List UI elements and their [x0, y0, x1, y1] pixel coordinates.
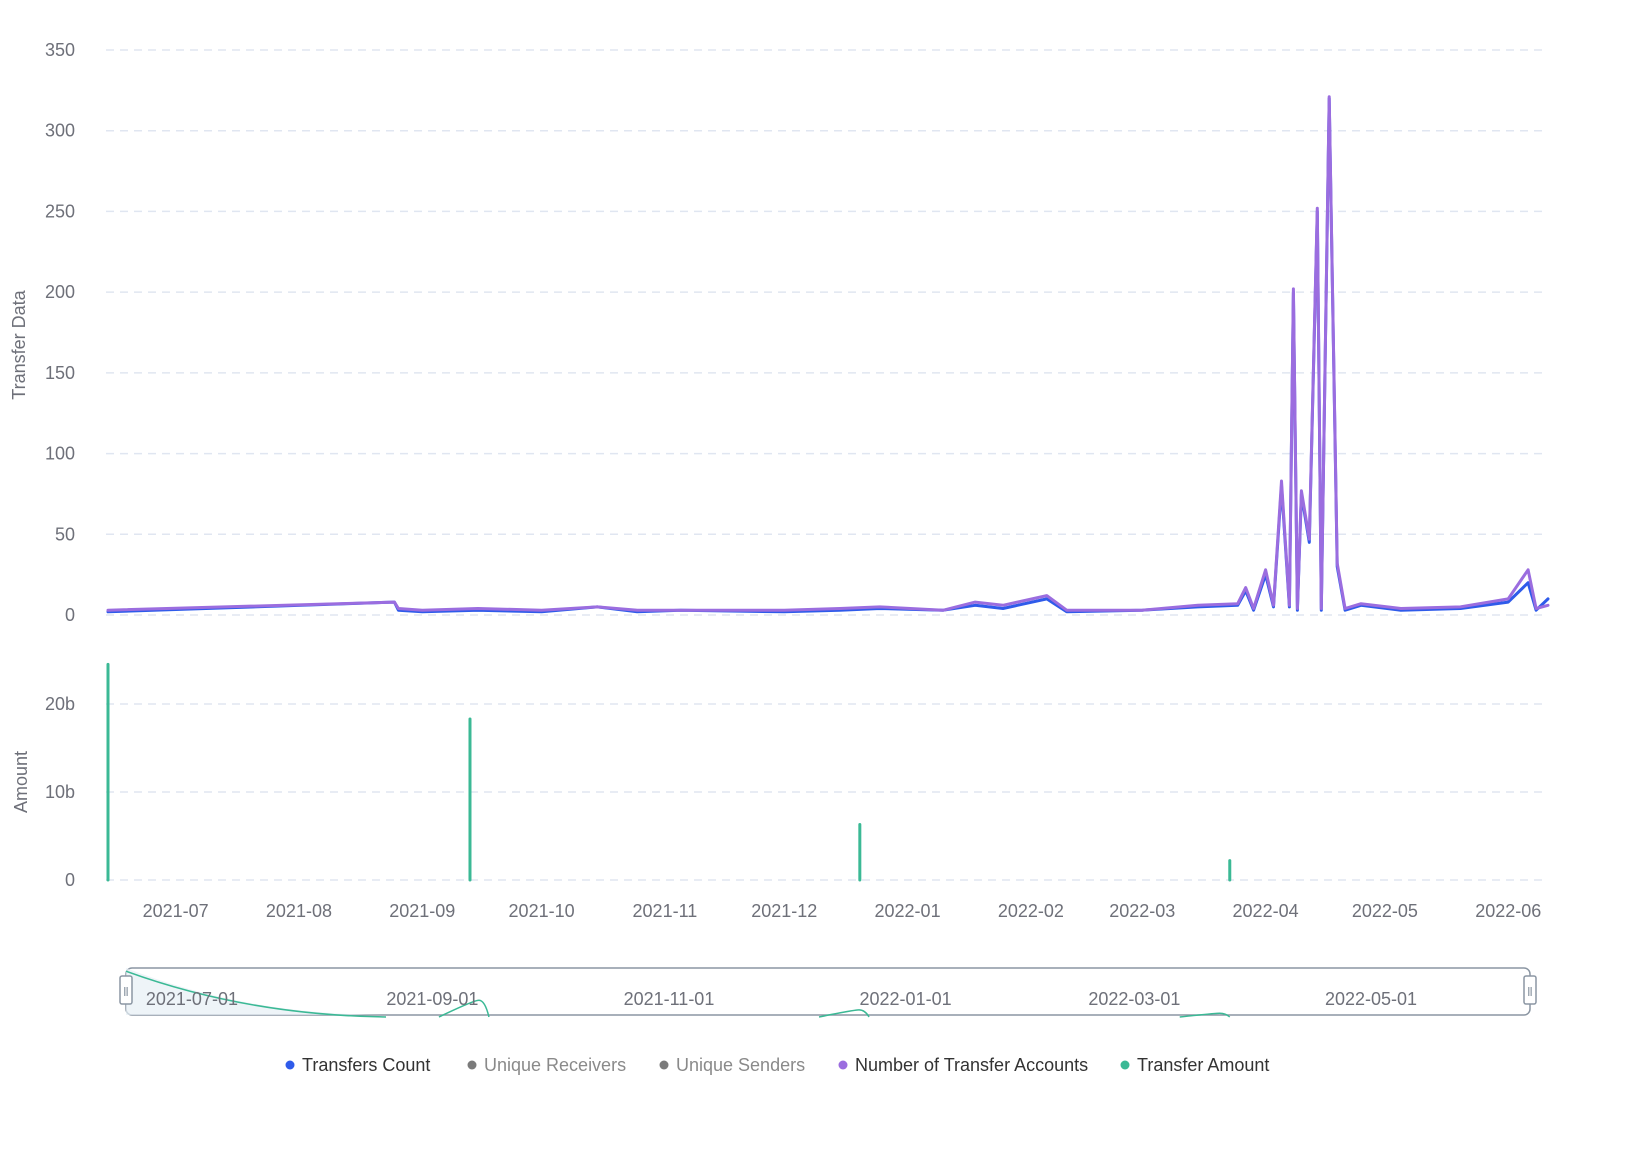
x-tick-label: 2022-03: [1109, 901, 1175, 921]
x-tick-label: 2021-12: [751, 901, 817, 921]
y-tick-label: 300: [45, 121, 75, 141]
x-tick-label: 2021-09: [389, 901, 455, 921]
zoom-slider-label: 2022-05-01: [1325, 989, 1417, 1009]
legend-item-transfers-count[interactable]: Transfers Count: [285, 1055, 431, 1075]
legend-item-transfer-amount[interactable]: Transfer Amount: [1120, 1055, 1270, 1075]
zoom-slider[interactable]: 2021-07-01 2021-09-01 2021-11-01 2022-01-01…: [119, 967, 1537, 1018]
legend-item-unique-receivers[interactable]: Unique Receivers: [467, 1055, 627, 1075]
zoom-slider-label: 2021-11-01: [624, 989, 715, 1009]
zoom-slider-label: 2021-07-01: [146, 989, 238, 1009]
y-axis-title-transfer-data: Transfer Data: [9, 289, 29, 399]
zoom-slider-label: 2021-09-01: [386, 989, 478, 1009]
legend-label: Transfers Count: [302, 1055, 430, 1075]
x-tick-labels: 2021-07 2021-08 2021-09 2021-10 2021-11 2021-…: [143, 901, 1542, 921]
x-tick-label: 2022-06: [1475, 901, 1541, 921]
y-tick-label: 100: [45, 444, 75, 464]
zoom-slider-label: 2022-01-01: [860, 989, 952, 1009]
x-tick-label: 2022-05: [1352, 901, 1418, 921]
zoom-handle-left[interactable]: Ⅱ: [119, 975, 133, 1005]
zoom-slider-label: 2022-03-01: [1088, 989, 1180, 1009]
legend-label: Unique Receivers: [484, 1055, 626, 1075]
legend-item-number-of-transfer-accounts[interactable]: Number of Transfer Accounts: [838, 1055, 1089, 1075]
transfer-chart: 0 50 100 150 200 250 300 350 0 10b 20b Transfer Da…: [0, 0, 1628, 1147]
amount-bars: [106, 662, 1232, 882]
series-line-number-of-transfer-accounts: [106, 95, 1550, 612]
chart-canvas: 0 50 100 150 200 250 300 350 0 10b 20b Transfer Da…: [9, 40, 1550, 1075]
legend-marker-icon: [838, 1060, 848, 1070]
legend-label: Unique Senders: [676, 1055, 805, 1075]
legend-label: Number of Transfer Accounts: [855, 1055, 1088, 1075]
y-tick-label: 250: [45, 201, 75, 221]
x-tick-label: 2022-02: [998, 901, 1064, 921]
legend-marker-icon: [1120, 1060, 1130, 1070]
legend-marker-icon: [467, 1060, 477, 1070]
legend-marker-icon: [285, 1060, 295, 1070]
y-tick-label: 0: [65, 870, 75, 890]
x-tick-label: 2021-08: [266, 901, 332, 921]
legend-item-unique-senders[interactable]: Unique Senders: [659, 1055, 806, 1075]
y-tick-label: 20b: [45, 694, 75, 714]
y-tick-label: 10b: [45, 782, 75, 802]
zoom-handle-icon: Ⅱ: [1527, 985, 1533, 999]
y-tick-label: 350: [45, 40, 75, 60]
y-tick-label: 50: [55, 524, 75, 544]
x-tick-label: 2021-07: [143, 901, 209, 921]
legend-label: Transfer Amount: [1137, 1055, 1269, 1075]
y-tick-label: 0: [65, 605, 75, 625]
zoom-handle-right[interactable]: Ⅱ: [1523, 975, 1537, 1005]
zoom-slider-track[interactable]: [125, 967, 1531, 1016]
legend: Transfers Count Unique Receivers Unique Se…: [285, 1055, 1270, 1075]
legend-marker-icon: [659, 1060, 669, 1070]
zoom-handle-icon: Ⅱ: [123, 985, 129, 999]
x-tick-label: 2021-10: [509, 901, 575, 921]
y-tick-labels: 0 50 100 150 200 250 300 350 0 10b 20b: [45, 40, 75, 890]
x-tick-label: 2022-01: [875, 901, 941, 921]
y-tick-label: 200: [45, 282, 75, 302]
y-axis-title-amount: Amount: [11, 751, 31, 813]
x-tick-label: 2022-04: [1233, 901, 1299, 921]
x-tick-label: 2021-11: [633, 901, 698, 921]
y-tick-label: 150: [45, 363, 75, 383]
